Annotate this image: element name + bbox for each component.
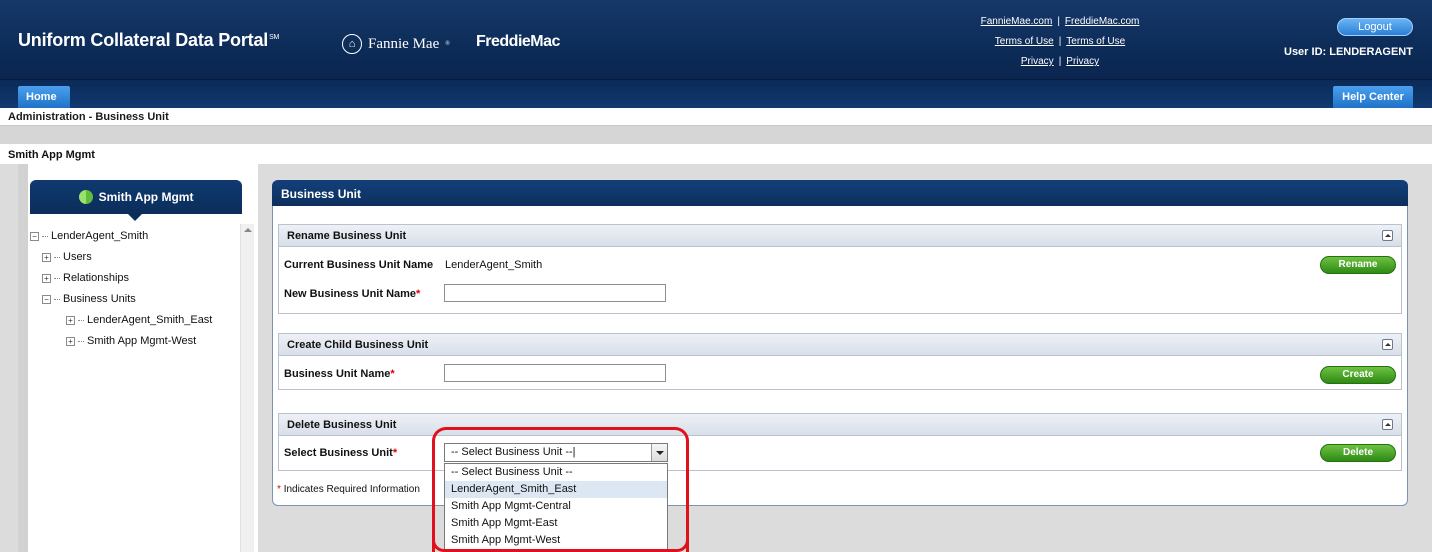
logout-button[interactable]: Logout bbox=[1337, 18, 1413, 36]
collapse-icon[interactable]: − bbox=[30, 231, 39, 241]
nav-bar bbox=[0, 80, 1432, 108]
annotation-highlight bbox=[432, 427, 689, 552]
tree-node-relationships[interactable]: + Relationships bbox=[42, 270, 129, 286]
breadcrumb: Administration - Business Unit bbox=[8, 111, 169, 123]
link-fanniemae-com[interactable]: FannieMae.com bbox=[981, 16, 1053, 27]
link-privacy-freddie[interactable]: Privacy bbox=[1066, 56, 1099, 67]
collapse-section-icon[interactable] bbox=[1382, 419, 1393, 430]
expand-icon[interactable]: + bbox=[42, 252, 51, 262]
subtitle-bar bbox=[0, 144, 1432, 164]
left-panel-header: Smith App Mgmt bbox=[30, 180, 242, 221]
tree-scrollbar[interactable] bbox=[240, 224, 254, 552]
link-freddiemac-com[interactable]: FreddieMac.com bbox=[1065, 16, 1139, 27]
expand-icon[interactable]: + bbox=[42, 273, 51, 283]
child-name-input[interactable] bbox=[444, 364, 666, 382]
create-button[interactable]: Create bbox=[1320, 366, 1396, 384]
sync-icon bbox=[78, 190, 93, 204]
expand-icon[interactable]: + bbox=[66, 336, 75, 346]
fannie-mae-logo: ⌂ Fannie Mae ® bbox=[342, 34, 450, 54]
page-subtitle: Smith App Mgmt bbox=[8, 149, 95, 161]
rename-section-title: Rename Business Unit bbox=[279, 225, 1401, 247]
required-info-note: * Indicates Required Information bbox=[277, 484, 420, 495]
create-section-title: Create Child Business Unit bbox=[279, 334, 1401, 356]
new-name-label: New Business Unit Name* bbox=[284, 288, 421, 300]
business-unit-panel-header: Business Unit bbox=[272, 180, 1408, 206]
fannie-mae-emblem-icon: ⌂ bbox=[342, 34, 362, 54]
link-terms-fannie[interactable]: Terms of Use bbox=[995, 36, 1054, 47]
tree-node-business-units[interactable]: − Business Units bbox=[42, 291, 136, 307]
tree-node-unit-east[interactable]: + LenderAgent_Smith_East bbox=[66, 312, 212, 328]
new-name-input[interactable] bbox=[444, 284, 666, 302]
select-unit-label: Select Business Unit* bbox=[284, 447, 398, 459]
rename-button[interactable]: Rename bbox=[1320, 256, 1396, 274]
tab-home[interactable]: Home bbox=[18, 86, 70, 108]
link-terms-freddie[interactable]: Terms of Use bbox=[1066, 36, 1125, 47]
freddie-mac-logo: FreddieMac bbox=[476, 33, 560, 50]
annotation-highlight-bottom bbox=[432, 540, 689, 552]
header-links: FannieMae.com | FreddieMac.com Terms of Us… bbox=[980, 16, 1140, 67]
collapse-section-icon[interactable] bbox=[1382, 230, 1393, 241]
current-name-value: LenderAgent_Smith bbox=[445, 259, 543, 271]
tree-node-users[interactable]: + Users bbox=[42, 249, 92, 265]
user-id-label: User ID: LENDERAGENT bbox=[1284, 46, 1413, 58]
portal-title: Uniform Collateral Data PortalSM bbox=[18, 30, 280, 50]
child-name-label: Business Unit Name* bbox=[284, 368, 395, 380]
expand-icon[interactable]: + bbox=[66, 315, 75, 325]
divider-band bbox=[0, 126, 1432, 144]
delete-button[interactable]: Delete bbox=[1320, 444, 1396, 462]
collapse-icon[interactable]: − bbox=[42, 294, 51, 304]
tab-help-center[interactable]: Help Center bbox=[1333, 86, 1413, 108]
left-panel bbox=[18, 164, 258, 552]
scroll-up-icon[interactable] bbox=[244, 228, 252, 232]
current-name-label: Current Business Unit Name bbox=[284, 259, 434, 271]
link-privacy-fannie[interactable]: Privacy bbox=[1021, 56, 1054, 67]
tree-node-root[interactable]: − LenderAgent_Smith bbox=[30, 228, 148, 244]
tree-node-unit-west[interactable]: + Smith App Mgmt-West bbox=[66, 333, 196, 349]
breadcrumb-bar bbox=[0, 108, 1432, 126]
collapse-section-icon[interactable] bbox=[1382, 339, 1393, 350]
